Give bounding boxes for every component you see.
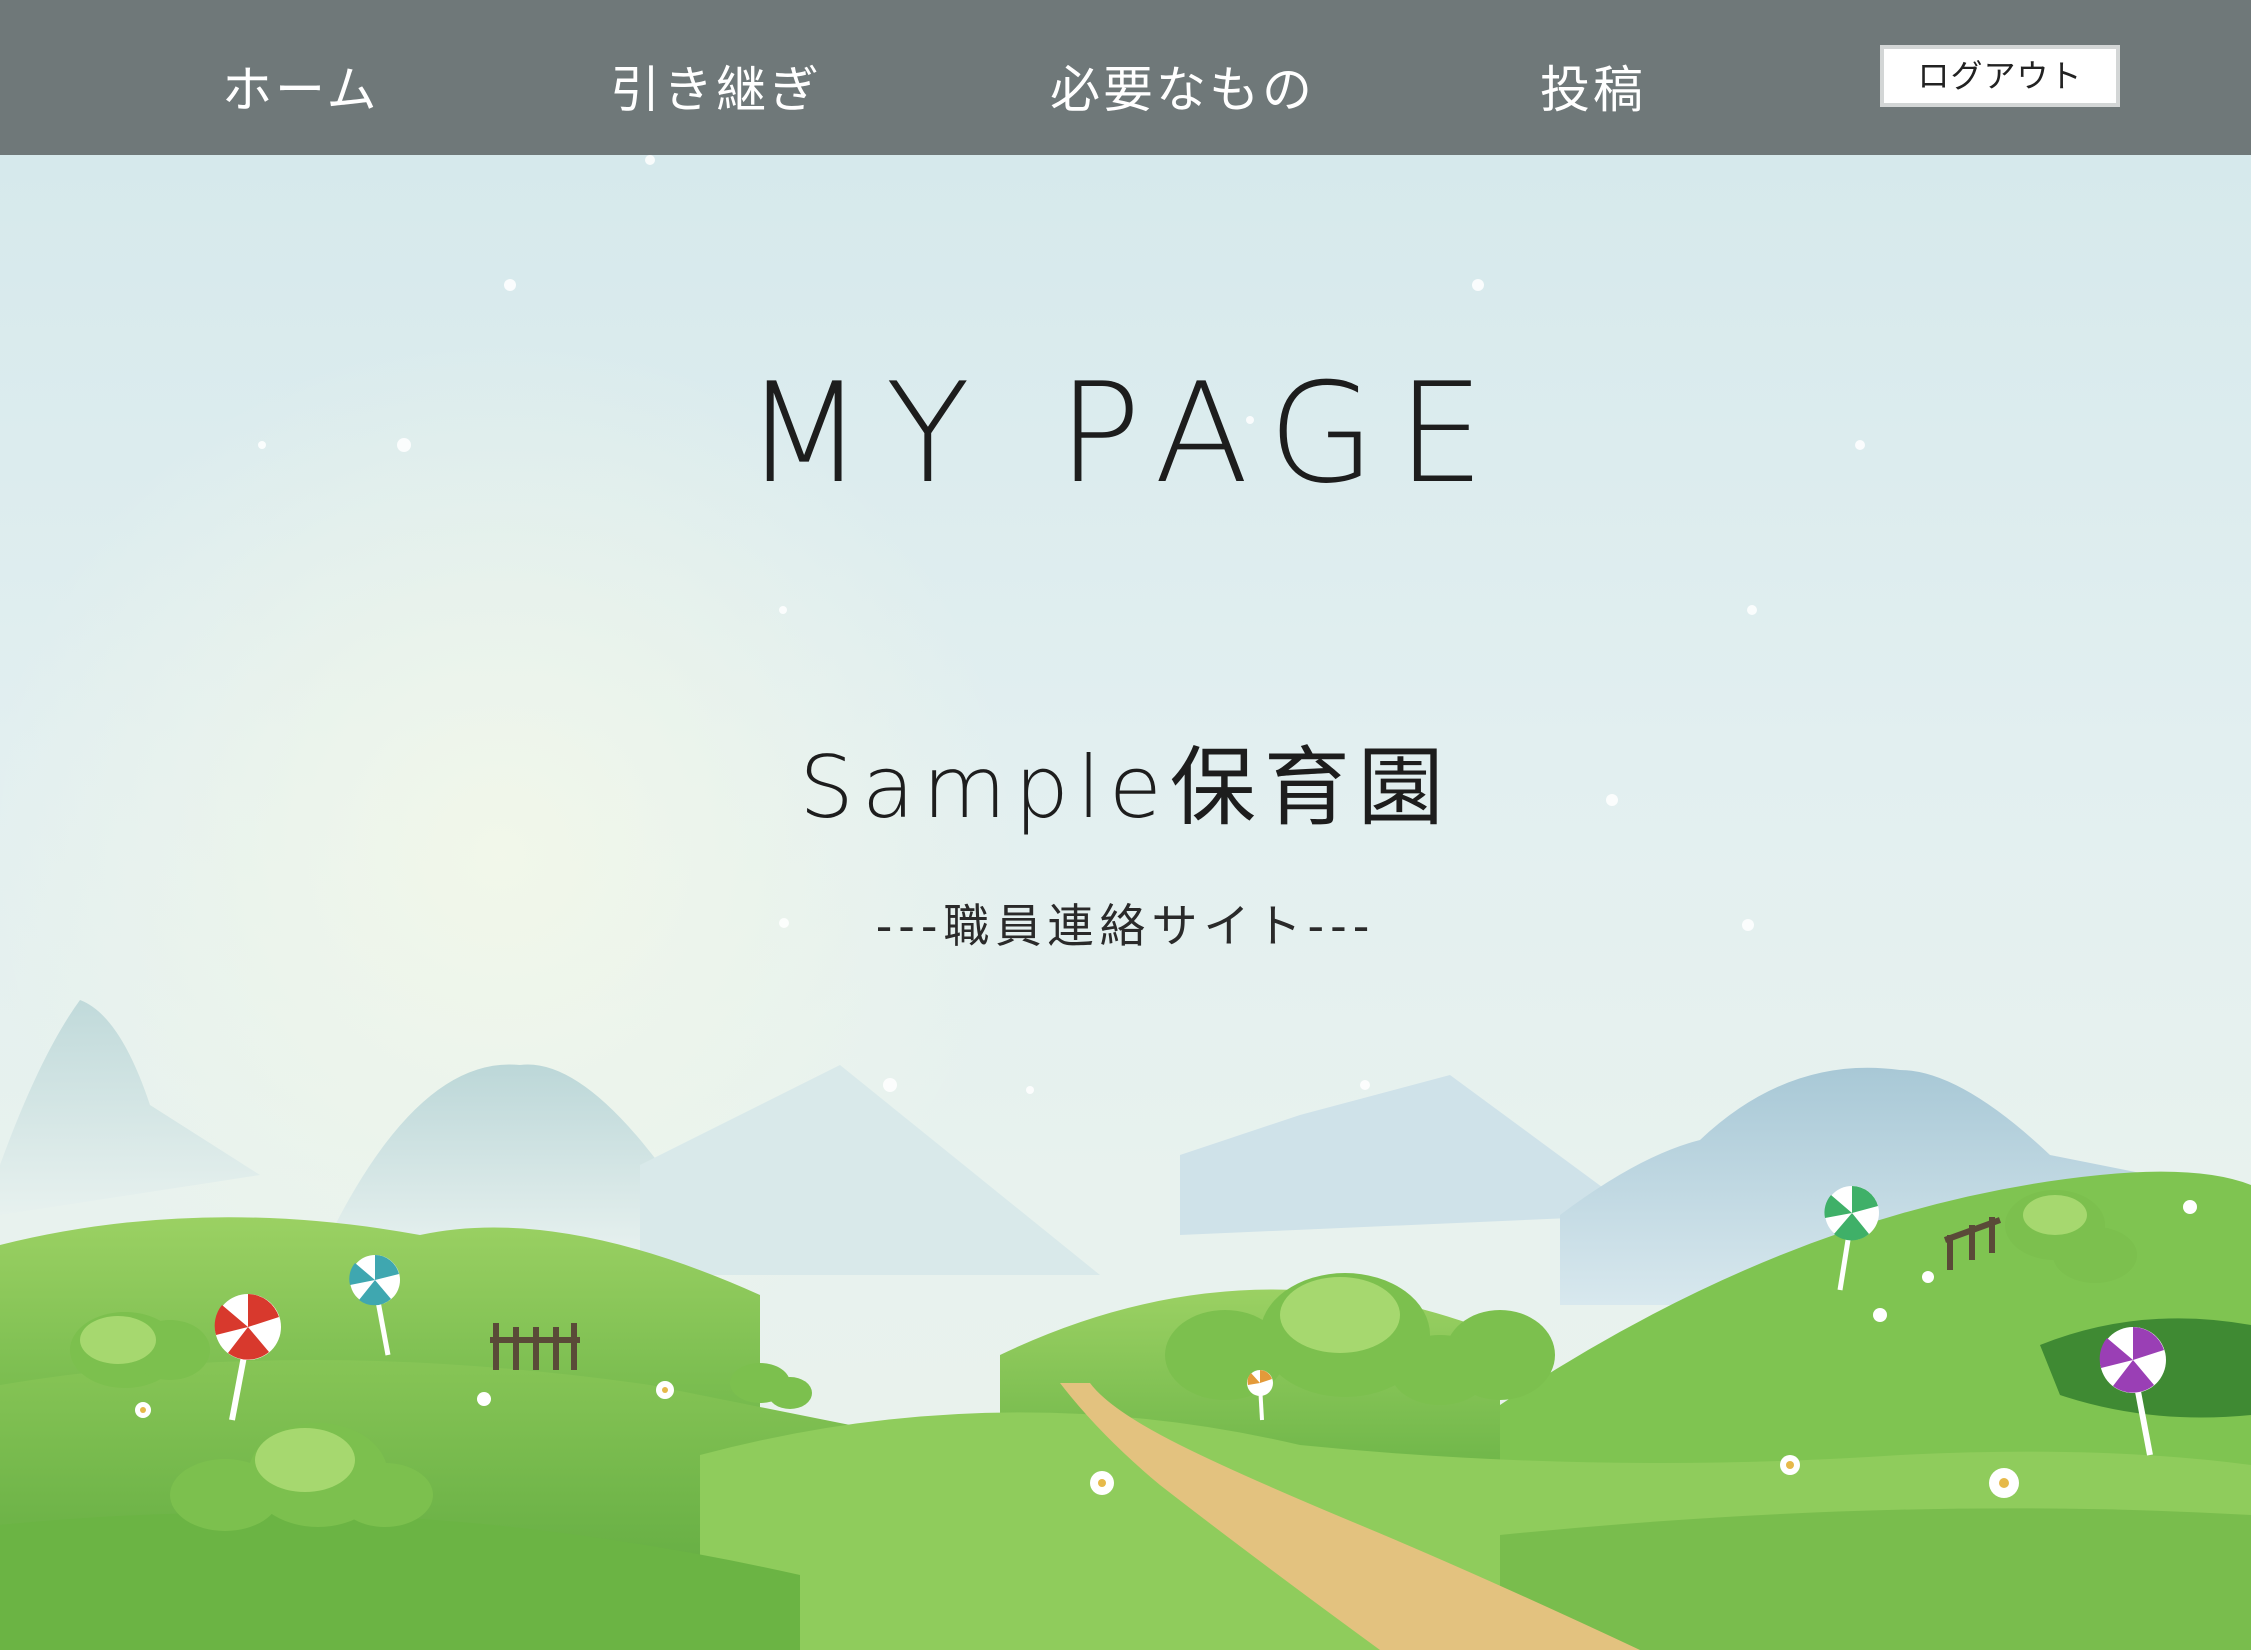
page-title: MY PAGE <box>744 353 1507 514</box>
nav-item-home[interactable]: ホーム <box>222 50 380 122</box>
site-subtitle: ---職員連絡サイト--- <box>875 899 1376 953</box>
nav-item-post[interactable]: 投稿 <box>1540 50 1646 122</box>
nav-item-handover[interactable]: 引き継ぎ <box>610 50 822 122</box>
hero-section: MY PAGE Sample保育園 ---職員連絡サイト--- <box>0 155 2251 1650</box>
logout-button[interactable]: ログアウト <box>1880 45 2120 107</box>
organization-name: Sample保育園 <box>799 738 1452 838</box>
nav-item-necessities[interactable]: 必要なもの <box>1050 50 1315 122</box>
top-navbar: ホーム 引き継ぎ 必要なもの 投稿 ログアウト <box>0 0 2251 155</box>
